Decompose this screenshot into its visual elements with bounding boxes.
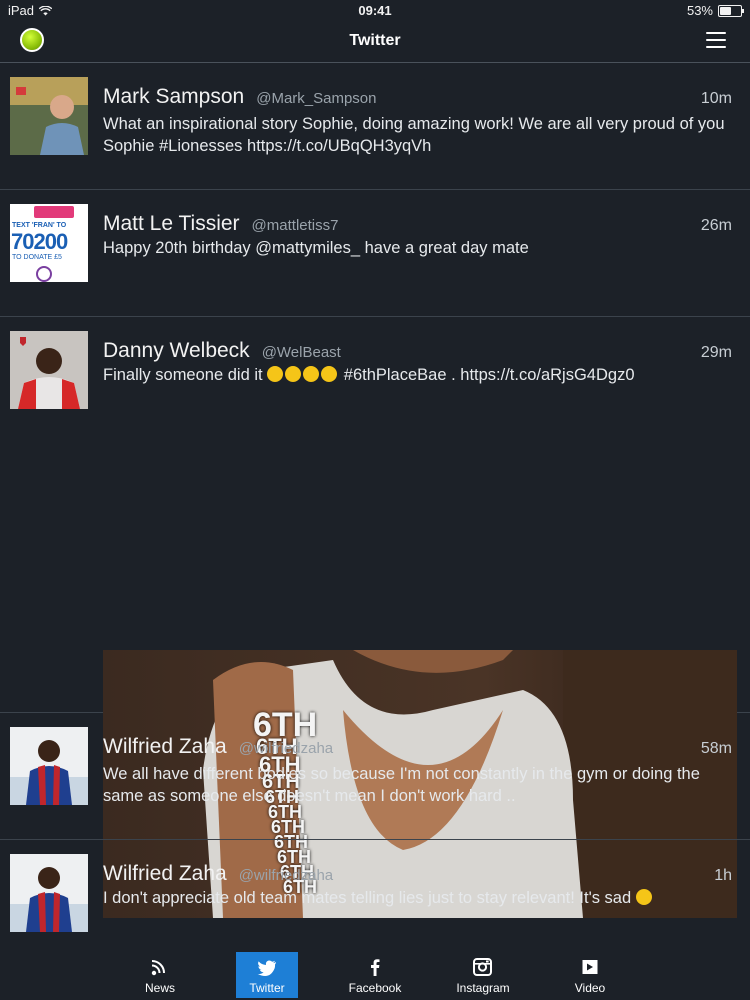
tweet-item[interactable]: Wilfried Zaha @wilfriedzaha 58m We all h…	[0, 713, 750, 840]
tab-label: Twitter	[249, 981, 285, 995]
hamburger-menu-icon[interactable]	[706, 32, 726, 48]
laughing-emoji-icon	[267, 366, 284, 382]
avatar-image	[10, 727, 88, 805]
tab-bar: News Twitter Facebook Instagram Video	[0, 945, 750, 1000]
tab-label: Video	[574, 981, 606, 995]
tweet-time: 1h	[714, 867, 732, 884]
tweet-time: 10m	[700, 90, 732, 107]
tab-video[interactable]: Video	[559, 952, 621, 998]
tweet-time: 58m	[700, 740, 732, 757]
tweet-text-part: #6thPlaceBae . https://t.co/aRjsG4Dgz0	[343, 366, 635, 384]
tweet-text-part: Finally someone did it	[103, 366, 263, 384]
tweet-time: 26m	[700, 217, 732, 234]
tab-label: Instagram	[456, 981, 510, 995]
avatar-text-line: TO DONATE £5	[12, 254, 62, 261]
avatar-text-line: 70200	[11, 229, 68, 254]
avatar[interactable]	[10, 854, 88, 932]
battery-percent: 53%	[686, 3, 713, 18]
avatar-text-line: TEXT 'FRAN' TO	[12, 222, 67, 229]
tweet-text-part: I don't appreciate old team mates tellin…	[103, 889, 632, 907]
tab-instagram[interactable]: Instagram	[452, 952, 514, 998]
tab-label: Facebook	[348, 981, 402, 995]
tweet-author[interactable]: Wilfried Zaha	[103, 735, 227, 759]
tweet-handle[interactable]: @WelBeast	[262, 344, 341, 361]
tweet-handle[interactable]: @wilfriedzaha	[239, 867, 333, 884]
battery-icon	[718, 4, 744, 17]
tweet-item[interactable]: TEXT 'FRAN' TO 70200 TO DONATE £5 Matt L…	[0, 190, 750, 317]
clock: 09:41	[358, 3, 392, 18]
tweet-text: Happy 20th birthday @mattymiles_ have a …	[103, 239, 529, 257]
avatar[interactable]	[10, 727, 88, 805]
tweet-time: 29m	[700, 344, 732, 361]
avatar-image	[10, 331, 88, 409]
tweet-text: Finally someone did it #6thPlaceBae . ht…	[103, 364, 736, 386]
pensive-emoji-icon	[635, 889, 652, 905]
nav-bar: Twitter	[0, 22, 750, 62]
tweet-handle[interactable]: @Mark_Sampson	[256, 90, 376, 107]
tab-news[interactable]: News	[129, 952, 191, 998]
video-icon	[580, 960, 600, 974]
rss-icon	[151, 960, 165, 976]
tab-twitter[interactable]: Twitter	[236, 952, 298, 998]
tweet-author[interactable]: Danny Welbeck	[103, 339, 250, 363]
page-title: Twitter	[349, 32, 401, 49]
tweet-text: I don't appreciate old team mates tellin…	[103, 887, 736, 909]
avatar-image	[10, 854, 88, 932]
tweet-item[interactable]: Danny Welbeck @WelBeast 29m Finally some…	[0, 317, 750, 918]
tab-label: News	[144, 981, 175, 995]
laughing-emoji-icon	[321, 366, 338, 382]
instagram-icon	[473, 958, 492, 976]
avatar[interactable]	[10, 331, 88, 409]
tweet-item[interactable]: Mark Sampson @Mark_Sampson 10m What an i…	[0, 63, 750, 190]
tweet-author[interactable]: Matt Le Tissier	[103, 212, 240, 236]
avatar-image	[10, 77, 88, 155]
facebook-icon	[371, 959, 380, 976]
tweet-handle[interactable]: @mattletiss7	[252, 217, 339, 234]
tweet-author[interactable]: Wilfried Zaha	[103, 862, 227, 886]
laughing-emoji-icon	[303, 366, 320, 382]
tweet-item[interactable]: Wilfried Zaha @wilfriedzaha 1h I don't a…	[0, 840, 750, 950]
avatar[interactable]: TEXT 'FRAN' TO 70200 TO DONATE £5	[10, 204, 88, 282]
tab-facebook[interactable]: Facebook	[344, 952, 406, 998]
tweet-text: What an inspirational story Sophie, doin…	[103, 115, 725, 155]
status-bar: iPad 09:41 53%	[0, 0, 750, 22]
tweet-feed[interactable]: Mark Sampson @Mark_Sampson 10m What an i…	[0, 63, 750, 950]
twitter-icon	[257, 960, 276, 977]
laughing-emoji-icon	[285, 366, 302, 382]
avatar[interactable]	[10, 77, 88, 155]
tweet-text: We all have different bodies so because …	[103, 765, 700, 805]
tweet-handle[interactable]: @wilfriedzaha	[239, 740, 333, 757]
tweet-author[interactable]: Mark Sampson	[103, 85, 244, 109]
